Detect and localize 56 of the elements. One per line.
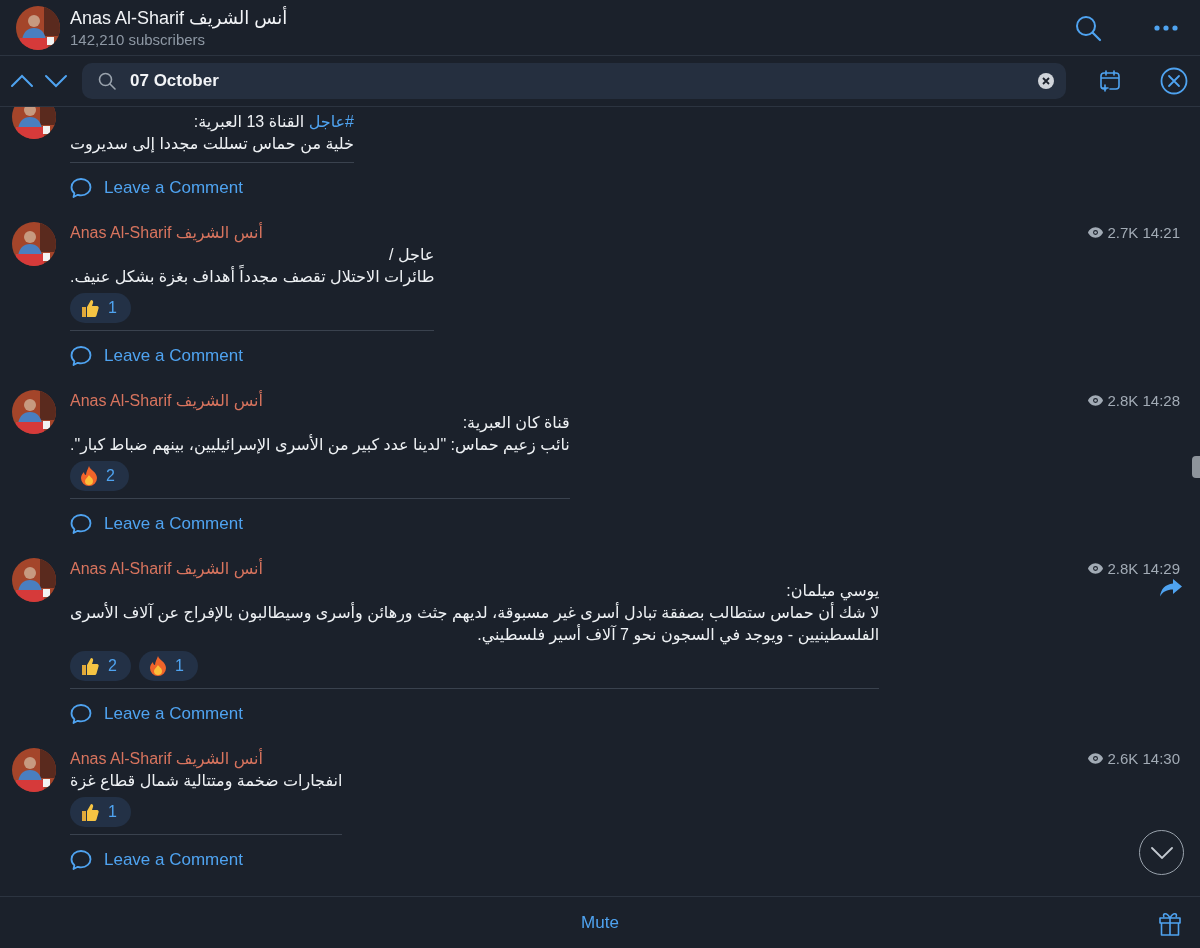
channel-title: Anas Al-Sharif أنس الشريف xyxy=(70,7,289,29)
clear-button[interactable] xyxy=(1038,73,1054,89)
search-icon xyxy=(98,72,116,90)
subscriber-count: 142,210 subscribers xyxy=(70,31,207,48)
comment-icon xyxy=(70,177,92,199)
leave-comment-link[interactable]: Leave a Comment xyxy=(70,499,243,549)
avatar-icon xyxy=(16,5,60,50)
eye-icon xyxy=(1088,752,1104,764)
fire-icon xyxy=(80,466,98,486)
leave-comment-link[interactable]: Leave a Comment xyxy=(70,163,243,213)
message-text: عاجل / طائرات الاحتلال تقصف مجدداً أهداف بغزة بشكل عنيف. xyxy=(70,245,435,288)
message-text: #عاجل القناة 13 العبرية: خلية من حماس تسللت مجددا إلى سديروت xyxy=(70,112,354,155)
message-meta-text: 2.8K 14:28 xyxy=(1107,391,1180,409)
more-icon xyxy=(1154,23,1178,32)
message-meta-text: 2.7K 14:21 xyxy=(1107,223,1180,241)
author-name: Anas Al-Sharif أنس الشريف xyxy=(70,222,263,242)
author-name: Anas Al-Sharif أنس الشريف xyxy=(70,390,263,410)
avatar-icon xyxy=(12,222,56,266)
fire-icon xyxy=(148,656,167,676)
message-text: يوسي ميلمان: لا شك أن حماس ستطالب بصفقة تبادل أسرى غير مسبوقة، لديهم جثث ورهائن وأسرى وسيطالبون بالإفراج عن آلاف الأسرى الفلسطينيين - ويوجد في السجون نحو 7 آلاف أسير فلسطيني. xyxy=(70,581,880,646)
scroll-down-button[interactable] xyxy=(1139,830,1184,875)
reaction-button[interactable]: 1 xyxy=(70,797,131,827)
scrollbar-thumb[interactable] xyxy=(1192,456,1200,478)
comment-icon xyxy=(70,703,92,725)
search-field[interactable]: 07 October xyxy=(82,63,1066,99)
search-input[interactable]: 07 October xyxy=(128,70,1026,92)
comment-icon xyxy=(70,849,92,871)
leave-comment-link[interactable]: Leave a Comment xyxy=(70,331,243,381)
avatar-icon xyxy=(12,748,56,792)
eye-icon xyxy=(1088,394,1104,406)
reaction-button[interactable]: 1 xyxy=(70,293,131,323)
comment-icon xyxy=(70,513,92,535)
message-meta-text: 2.8K 14:29 xyxy=(1107,559,1180,577)
leave-comment-link[interactable]: Leave a Comment xyxy=(70,689,243,739)
author-name: Anas Al-Sharif أنس الشريف xyxy=(70,558,263,578)
message-text: قناة كان العبرية: نائب زعيم حماس: "لدينا عدد كبير من الأسرى الإسرائيليين، بينهم ضباط كبار". xyxy=(70,413,570,456)
eye-icon xyxy=(1088,226,1104,238)
reaction-button[interactable]: 1 xyxy=(138,651,198,681)
avatar-icon xyxy=(12,107,56,139)
avatar-icon xyxy=(12,558,56,602)
share-button[interactable] xyxy=(1160,579,1182,597)
thumbs-up-icon xyxy=(80,656,100,676)
leave-comment-link[interactable]: Leave a Comment xyxy=(70,835,243,885)
mute-button[interactable]: Mute xyxy=(575,911,625,934)
reaction-button[interactable]: 2 xyxy=(70,651,131,681)
author-name: Anas Al-Sharif أنس الشريف xyxy=(70,748,263,768)
message-meta-text: 2.6K 14:30 xyxy=(1107,749,1180,767)
comment-icon xyxy=(70,345,92,367)
avatar-icon xyxy=(12,390,56,434)
chevron-down-icon xyxy=(1150,846,1173,859)
thumbs-up-icon xyxy=(80,802,100,822)
reaction-button[interactable]: 2 xyxy=(70,461,129,491)
thumbs-up-icon xyxy=(80,298,100,318)
eye-icon xyxy=(1088,562,1104,574)
message-text: انفجارات ضخمة ومتتالية شمال قطاع غزة xyxy=(70,771,343,792)
hashtag-link[interactable]: #عاجل xyxy=(308,113,354,130)
